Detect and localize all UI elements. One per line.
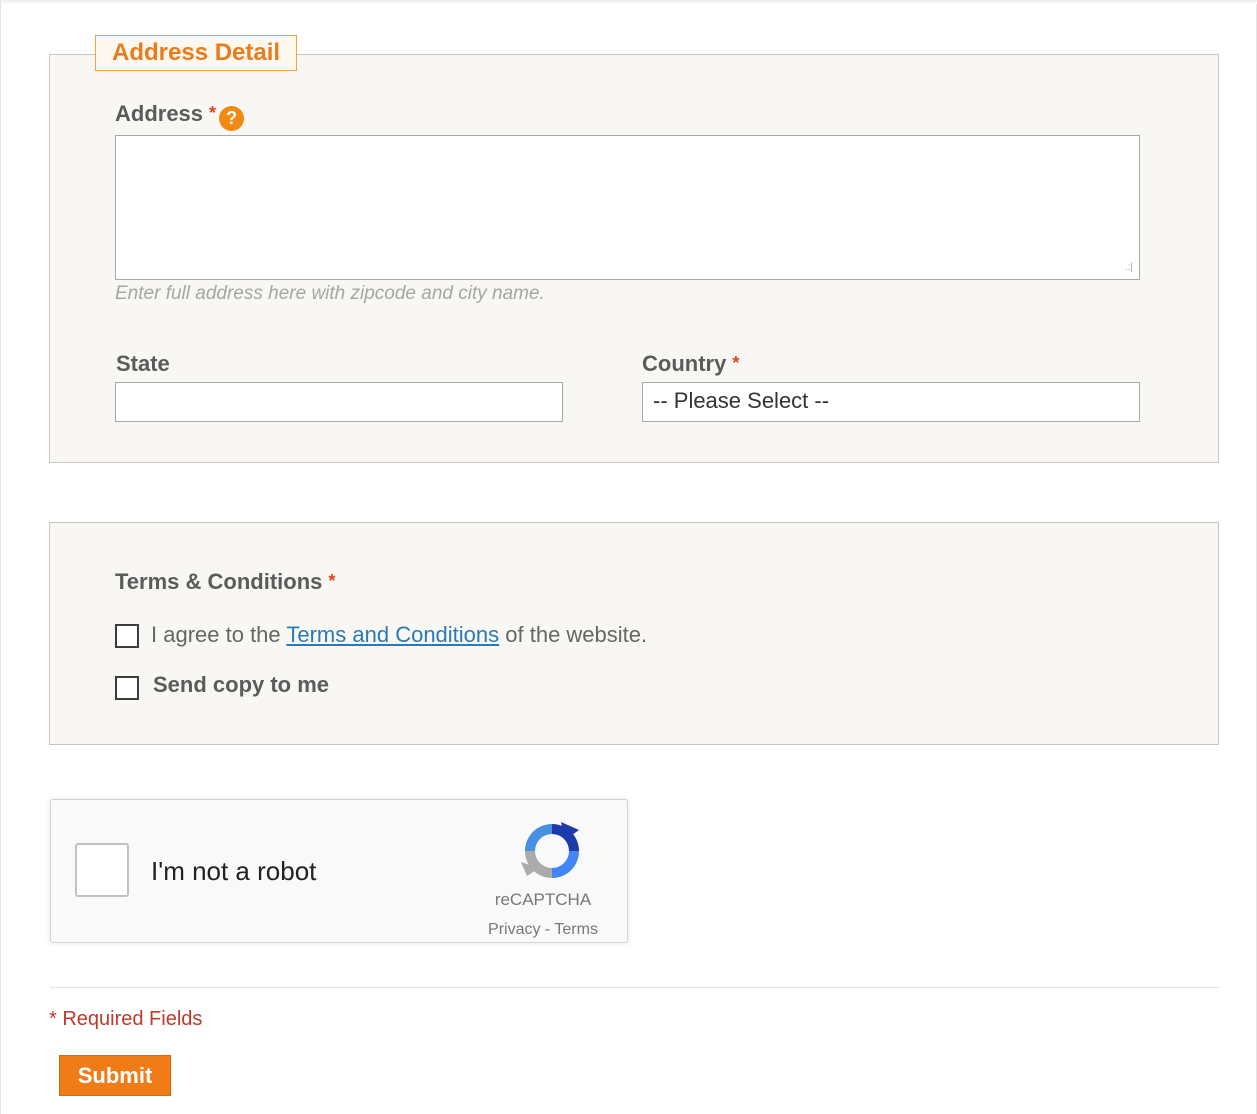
state-input[interactable] <box>115 382 563 422</box>
required-asterisk: * <box>209 103 217 123</box>
recaptcha-brand: reCAPTCHA <box>494 890 592 909</box>
required-asterisk: * <box>328 571 336 591</box>
resize-grip-icon[interactable]: .:| <box>1121 262 1133 274</box>
send-copy-label: Send copy to me <box>153 672 330 697</box>
agree-label: I agree to the Terms and Conditions of t… <box>151 622 647 648</box>
recaptcha-privacy-link[interactable]: Privacy <box>488 921 540 938</box>
divider <box>50 987 1219 988</box>
recaptcha-terms-link[interactable]: Terms <box>554 921 598 938</box>
agree-prefix: I agree to the <box>151 622 287 647</box>
required-asterisk: * <box>732 353 740 373</box>
recaptcha-logo-icon <box>521 822 579 878</box>
recaptcha-separator: - <box>540 921 555 938</box>
address-hint: Enter full address here with zipcode and… <box>115 283 545 304</box>
recaptcha-widget: I'm not a robot reCAPTCHA Privacy - Term… <box>50 799 628 943</box>
country-select[interactable]: -- Please Select -- <box>642 382 1140 422</box>
recaptcha-checkbox[interactable] <box>75 843 129 897</box>
required-fields-note: * Required Fields <box>49 1008 203 1030</box>
terms-link[interactable]: Terms and Conditions <box>286 622 499 647</box>
question-circle-icon[interactable]: ? <box>219 106 245 131</box>
terms-label: Terms & Conditions <box>115 569 323 594</box>
top-shadow <box>1 0 1257 4</box>
agree-suffix: of the website. <box>499 622 648 647</box>
terms-label-row: Terms & Conditions * <box>115 569 335 595</box>
address-textarea[interactable]: .:| <box>115 135 1140 280</box>
recaptcha-links: Privacy - Terms <box>463 921 623 939</box>
address-detail-legend: Address Detail <box>95 35 298 71</box>
address-label: Address <box>115 101 204 126</box>
country-label-row: Country * <box>642 351 739 377</box>
form-page: Address Detail Address *? .:| Enter full … <box>0 0 1257 1114</box>
state-label: State <box>116 351 170 376</box>
country-label: Country <box>642 351 727 376</box>
agree-checkbox[interactable] <box>115 624 139 648</box>
submit-button[interactable]: Submit <box>59 1055 171 1096</box>
address-label-row: Address *? <box>115 101 245 131</box>
recaptcha-label: I'm not a robot <box>151 856 317 886</box>
send-copy-checkbox[interactable] <box>115 676 139 700</box>
